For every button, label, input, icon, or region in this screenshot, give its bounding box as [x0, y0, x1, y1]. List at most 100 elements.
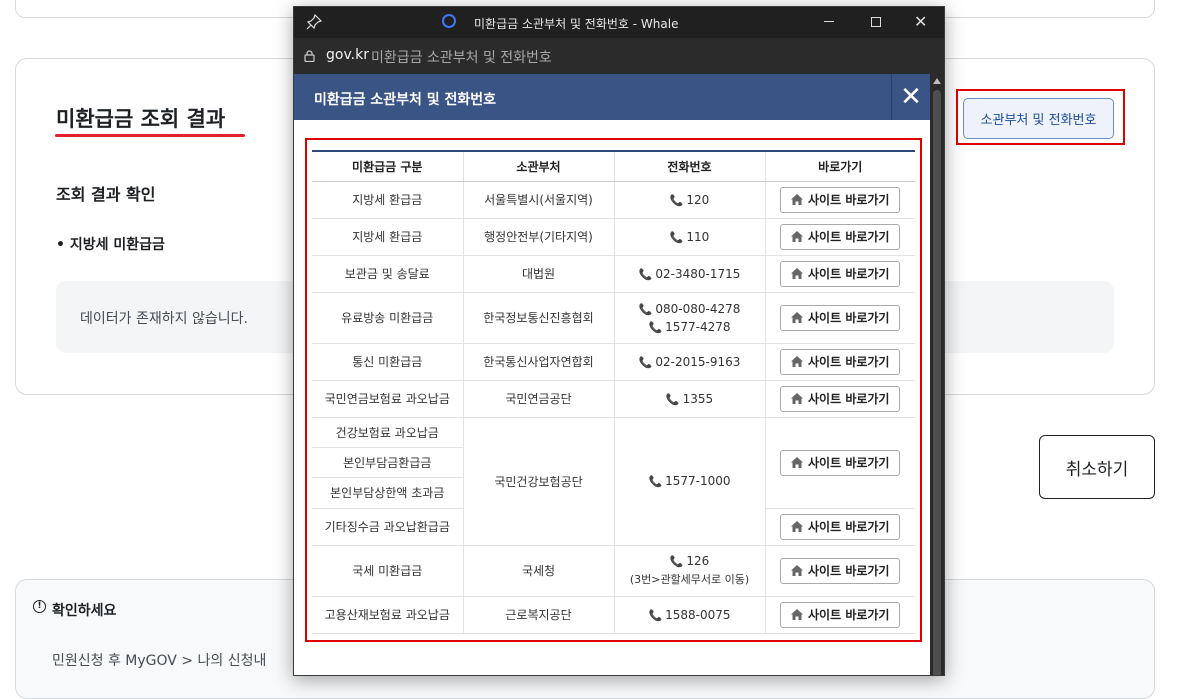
dept-phone-button[interactable]: 소관부처 및 전화번호 — [963, 98, 1114, 139]
table-row: 유료방송 미환급금 한국정보통신진흥협회 📞 080-080-4278 📞 1577… — [312, 292, 915, 344]
title-underline — [55, 134, 245, 137]
notice-text: 민원신청 후 MyGOV > 나의 신청내 — [52, 653, 267, 669]
category-cell: 국민연금보험료 과오납금 — [312, 380, 463, 418]
site-link-button[interactable]: 사이트 바로가기 — [780, 449, 901, 476]
scrollbar[interactable] — [930, 74, 944, 675]
pin-icon[interactable] — [306, 14, 322, 30]
alert-circle-icon: ! — [33, 600, 46, 613]
table-row: 지방세 환급금 서울특별시(서울지역) 📞 120 사이트 바로가기 — [312, 181, 915, 219]
category-cell: 고용산재보험료 과오납금 — [312, 596, 463, 634]
link-cell: 사이트 바로가기 — [764, 218, 915, 256]
site-link-button[interactable]: 사이트 바로가기 — [780, 260, 901, 287]
table-row: 통신 미환급금 한국통신사업자연합회 📞 02-2015-9163 사이트 바로가… — [312, 343, 915, 381]
empty-message: 데이터가 존재하지 않습니다. — [80, 311, 248, 327]
table-row: 고용산재보험료 과오납금 근로복지공단 📞 1588-0075 사이트 바로가기 — [312, 596, 915, 634]
home-icon — [791, 565, 804, 576]
site-link-button[interactable]: 사이트 바로가기 — [780, 557, 901, 584]
phone-note: (3번>관할세무서로 이동) — [629, 573, 750, 586]
link-cell: 사이트 바로가기 — [764, 596, 915, 634]
dept-cell: 국민건강보험공단 — [462, 417, 614, 546]
link-cell: 사이트 바로가기 — [764, 292, 915, 344]
address-bar[interactable]: gov.kr 미환급금 소관부처 및 전화번호 — [294, 38, 944, 74]
dept-cell: 대법원 — [462, 255, 614, 293]
column-header: 전화번호 — [613, 151, 765, 182]
home-icon — [791, 393, 804, 404]
link-cell: 사이트 바로가기 — [764, 343, 915, 381]
table-row: 국세 미환급금 국세청 📞 126 (3번>관할세무서로 이동) 사이트 바로가기 — [312, 545, 915, 597]
category-cell: 지방세 환급금 — [312, 218, 463, 256]
table-row: 보관금 및 송달료 대법원 📞 02-3480-1715 사이트 바로가기 — [312, 255, 915, 293]
phone-cell: 📞 02-3480-1715 — [613, 255, 765, 293]
address-page-title: 미환급금 소관부처 및 전화번호 — [371, 50, 552, 66]
dept-cell: 행정안전부(기타지역) — [462, 218, 614, 256]
scroll-thumb[interactable] — [933, 90, 941, 675]
site-link-button[interactable]: 사이트 바로가기 — [780, 348, 901, 375]
site-link-button[interactable]: 사이트 바로가기 — [780, 513, 901, 540]
cancel-button[interactable]: 취소하기 — [1039, 435, 1155, 499]
phone-cell: 📞 1355 — [613, 380, 765, 418]
phone-cell: 📞 120 — [613, 181, 765, 219]
close-icon[interactable]: ✕ — [891, 74, 930, 120]
category-cell: 보관금 및 송달료 — [312, 255, 463, 293]
phone-cell: 📞 126 (3번>관할세무서로 이동) — [613, 545, 765, 597]
link-cell: 사이트 바로가기 — [764, 255, 915, 293]
phone-cell: 📞 1577-1000 — [613, 417, 765, 546]
window-close-button[interactable]: ✕ — [914, 12, 927, 31]
category-cell: 지방세 환급금 — [312, 181, 463, 219]
modal-body: 미환급금 소관부처 및 전화번호 ✕ 미환급금 구분 소관부처 전화번호 바로가… — [294, 74, 930, 675]
link-cell: 사이트 바로가기 — [764, 181, 915, 219]
phone-icon: 📞 — [648, 320, 663, 334]
lock-icon — [304, 50, 315, 62]
category-cell: 유료방송 미환급금 — [312, 292, 463, 344]
home-icon — [791, 231, 804, 242]
phone-icon: 📞 — [638, 267, 653, 281]
site-link-button[interactable]: 사이트 바로가기 — [780, 186, 901, 213]
home-icon — [791, 356, 804, 367]
phone-icon: 📞 — [669, 555, 684, 568]
window-title: 미환급금 소관부처 및 전화번호 - Whale — [474, 17, 679, 31]
dept-cell: 서울특별시(서울지역) — [462, 181, 614, 219]
table-highlight: 미환급금 구분 소관부처 전화번호 바로가기 지방세 환급금 서울특별시(서울지… — [305, 138, 922, 642]
table-row: 국민연금보험료 과오납금 국민연금공단 📞 1355 사이트 바로가기 — [312, 380, 915, 418]
address-domain: gov.kr — [326, 47, 369, 63]
dept-cell: 국민연금공단 — [462, 380, 614, 418]
phone-cell: 📞 02-2015-9163 — [613, 343, 765, 381]
category-cell: 건강보험료 과오납금 — [312, 417, 463, 448]
phone-icon: 📞 — [665, 392, 680, 406]
phone-icon: 📞 — [638, 355, 653, 369]
dept-cell: 한국정보통신진흥협회 — [462, 292, 614, 344]
column-header: 미환급금 구분 — [312, 151, 463, 182]
home-icon — [791, 268, 804, 279]
link-cell: 사이트 바로가기 — [764, 545, 915, 597]
page-title: 미환급금 조회 결과 — [56, 107, 226, 131]
dept-cell: 한국통신사업자연합회 — [462, 343, 614, 381]
modal-title: 미환급금 소관부처 및 전화번호 — [314, 92, 497, 108]
phone-icon: 📞 — [648, 608, 663, 622]
phone-cell: 📞 080-080-4278 📞 1577-4278 — [613, 292, 765, 344]
scroll-up-icon[interactable] — [933, 78, 941, 84]
home-icon — [791, 194, 804, 205]
column-header: 바로가기 — [764, 151, 915, 182]
notice-title: 확인하세요 — [52, 603, 117, 619]
dept-cell: 근로복지공단 — [462, 596, 614, 634]
phone-cell: 📞 1588-0075 — [613, 596, 765, 634]
home-icon — [791, 457, 804, 468]
site-link-button[interactable]: 사이트 바로가기 — [780, 223, 901, 250]
home-icon — [791, 521, 804, 532]
phone-icon: 📞 — [669, 193, 684, 207]
category-cell: 기타징수금 과오납환급금 — [312, 508, 463, 546]
whale-icon — [442, 14, 456, 28]
link-cell: 사이트 바로가기 — [764, 380, 915, 418]
phone-icon: 📞 — [638, 302, 653, 316]
site-link-button[interactable]: 사이트 바로가기 — [780, 304, 901, 331]
modal-header: 미환급금 소관부처 및 전화번호 ✕ — [294, 74, 930, 120]
site-link-button[interactable]: 사이트 바로가기 — [780, 601, 901, 628]
dept-cell: 국세청 — [462, 545, 614, 597]
category-cell: 본인부담금환급금 — [312, 447, 463, 478]
table-row: 지방세 환급금 행정안전부(기타지역) 📞 110 사이트 바로가기 — [312, 218, 915, 256]
maximize-button[interactable] — [871, 17, 881, 27]
link-cell: 사이트 바로가기 — [764, 508, 915, 546]
site-link-button[interactable]: 사이트 바로가기 — [780, 385, 901, 412]
home-icon — [791, 609, 804, 620]
minimize-button[interactable] — [824, 21, 834, 22]
